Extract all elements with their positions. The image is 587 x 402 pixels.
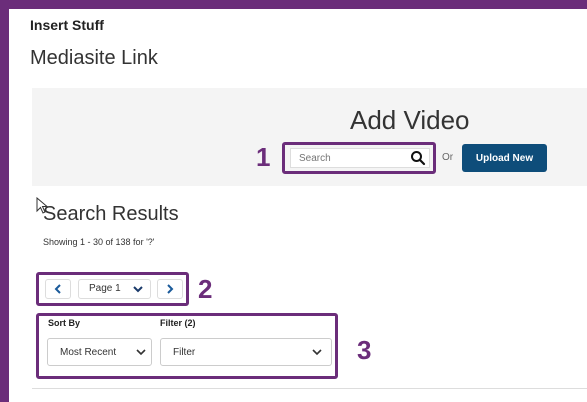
callout-number-2: 2 xyxy=(198,274,213,304)
search-results-title: Search Results xyxy=(43,203,179,225)
section-divider xyxy=(32,388,587,389)
dialog-title: Insert Stuff xyxy=(30,17,104,33)
chevron-right-icon xyxy=(167,284,174,294)
sort-by-label: Sort By xyxy=(48,318,81,328)
filter-label: Filter (2) xyxy=(160,318,196,328)
previous-page-button[interactable] xyxy=(45,279,71,299)
callout-number-1: 1 xyxy=(256,142,271,172)
dialog-subtitle: Mediasite Link xyxy=(30,47,158,69)
filter-select[interactable]: Filter xyxy=(160,338,332,366)
chevron-left-icon xyxy=(54,284,61,294)
results-count-text: Showing 1 - 30 of 138 for '?' xyxy=(43,237,155,247)
add-video-title: Add Video xyxy=(350,105,470,135)
callout-number-3: 3 xyxy=(357,335,372,365)
next-page-button[interactable] xyxy=(157,279,183,299)
chevron-down-icon xyxy=(312,349,322,356)
upload-new-button[interactable]: Upload New xyxy=(462,144,547,172)
search-icon[interactable] xyxy=(410,150,426,166)
chevron-down-icon xyxy=(136,349,146,356)
chevron-down-icon xyxy=(133,286,143,293)
or-label: Or xyxy=(442,152,454,163)
search-input[interactable] xyxy=(290,148,430,168)
